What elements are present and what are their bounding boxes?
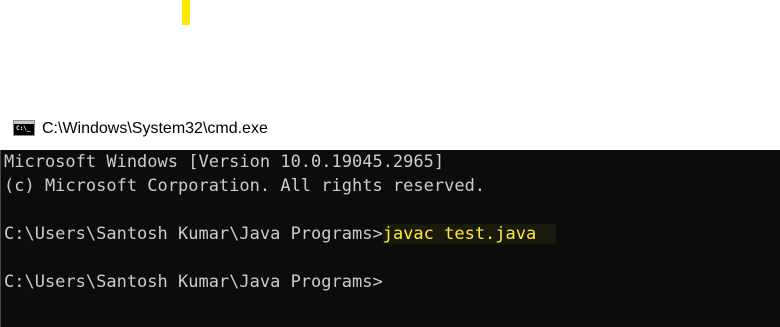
console-prompt: C:\Users\Santosh Kumar\Java Programs>	[4, 224, 383, 244]
console-line-command: C:\Users\Santosh Kumar\Java Programs>jav…	[4, 223, 557, 245]
cmd-icon-label: C:\_	[16, 125, 31, 132]
highlighted-command: javac test.java	[382, 224, 557, 244]
console-line-prompt[interactable]: C:\Users\Santosh Kumar\Java Programs>	[4, 271, 383, 293]
yellow-highlight-mark	[182, 0, 190, 25]
cmd-window: C:\_ C:\Windows\System32\cmd.exe Microso…	[0, 110, 780, 327]
console-area[interactable]: Microsoft Windows [Version 10.0.19045.29…	[0, 150, 780, 327]
window-title: C:\Windows\System32\cmd.exe	[42, 120, 268, 137]
page: C:\_ C:\Windows\System32\cmd.exe Microso…	[0, 0, 780, 327]
console-line-version: Microsoft Windows [Version 10.0.19045.29…	[4, 152, 445, 172]
console-line-copyright: (c) Microsoft Corporation. All rights re…	[4, 176, 486, 196]
cmd-icon: C:\_	[13, 120, 35, 136]
title-bar[interactable]: C:\_ C:\Windows\System32\cmd.exe	[0, 110, 780, 150]
